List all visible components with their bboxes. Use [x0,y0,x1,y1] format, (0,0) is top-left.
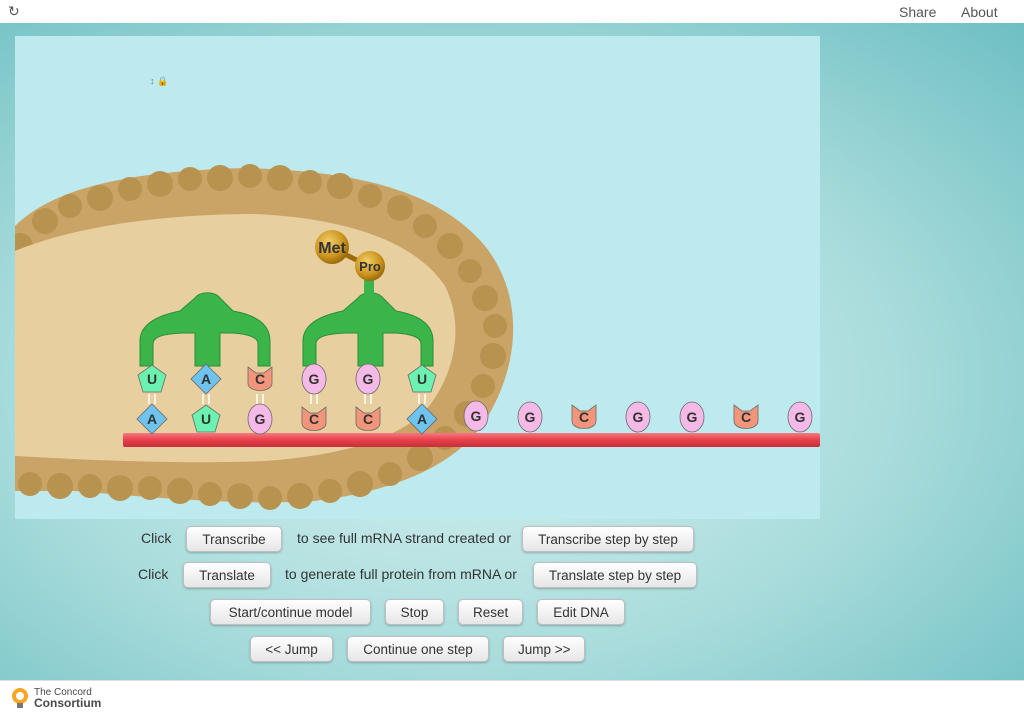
simulation-canvas[interactable]: Met Pro U A C G G U A U G C C A G G C G G C G ↕ 🔒 [15,36,820,519]
mrna-base-label: G [255,411,266,427]
mrna-base-label: C [309,411,319,427]
amino-acid-pro: Pro [355,251,385,281]
trna-stem [364,280,374,294]
anticodon-base-label: U [417,371,427,387]
mrna-base-label: U [201,411,211,427]
start-continue-button[interactable]: Start/continue model [210,599,371,625]
mrna-base-label: G [471,408,482,424]
anticodon-base: G [301,363,327,395]
transcribe-button[interactable]: Transcribe [186,526,282,552]
stop-button[interactable]: Stop [385,599,444,625]
concord-logo-text[interactable]: The Concord Consortium [34,688,102,710]
transcribe-step-button[interactable]: Transcribe step by step [522,526,694,552]
mrna-base-label: C [579,409,589,425]
mrna-base-label: C [363,411,373,427]
anticodon-base: G [355,363,381,395]
anticodon-base-label: C [255,371,265,387]
amino-acid-pro-label: Pro [359,259,381,274]
jump-back-button[interactable]: << Jump [250,636,333,662]
translate-button[interactable]: Translate [183,562,271,588]
anticodon-base: C [247,366,273,391]
anticodon-base-label: A [201,371,211,387]
row1-prefix: Click [141,530,172,546]
share-link[interactable]: Share [899,4,936,20]
reset-button[interactable]: Reset [458,599,523,625]
mrna-base: C [301,406,327,431]
mrna-base-label: G [525,409,536,425]
continue-one-step-button[interactable]: Continue one step [347,636,489,662]
amino-acid-met-label: Met [318,240,346,257]
top-bar: ↻ Share About [0,0,1024,24]
anticodon-base-label: U [147,371,157,387]
logo-line2: Consortium [34,696,102,710]
row2-middle-text: to generate full protein from mRNA or [285,566,517,582]
translate-step-button[interactable]: Translate step by step [533,562,697,588]
reload-icon[interactable]: ↻ [8,4,22,18]
mrna-base: C [355,406,381,431]
mrna-strand [123,433,820,447]
anticodon-base-label: G [309,371,320,387]
jump-forward-button[interactable]: Jump >> [503,636,585,662]
mrna-base: C [571,404,597,429]
mrna-base-label: G [795,409,806,425]
mrna-base-label: G [687,409,698,425]
mrna-base-label: A [147,411,157,427]
mrna-base: C [733,404,759,429]
mrna-base-label: G [633,409,644,425]
row2-prefix: Click [138,566,169,582]
simulation-svg: Met Pro U A C G G U A U G C C A G G C G G C G [15,164,820,510]
footer: The Concord Consortium [0,680,1024,716]
mrna-base: G [787,401,813,433]
lock-icon[interactable]: ↕ 🔒 [150,76,168,87]
anticodon-base-label: G [363,371,374,387]
concord-logo-icon [12,688,28,708]
mrna-base-label: A [417,411,427,427]
about-link[interactable]: About [961,4,998,20]
row1-middle-text: to see full mRNA strand created or [297,530,511,546]
edit-dna-button[interactable]: Edit DNA [537,599,625,625]
mrna-base: G [517,401,543,433]
mrna-base: G [463,400,489,432]
mrna-base-label: C [741,409,751,425]
mrna-base: G [625,401,651,433]
mrna-base: G [247,403,273,435]
mrna-base: G [679,401,705,433]
